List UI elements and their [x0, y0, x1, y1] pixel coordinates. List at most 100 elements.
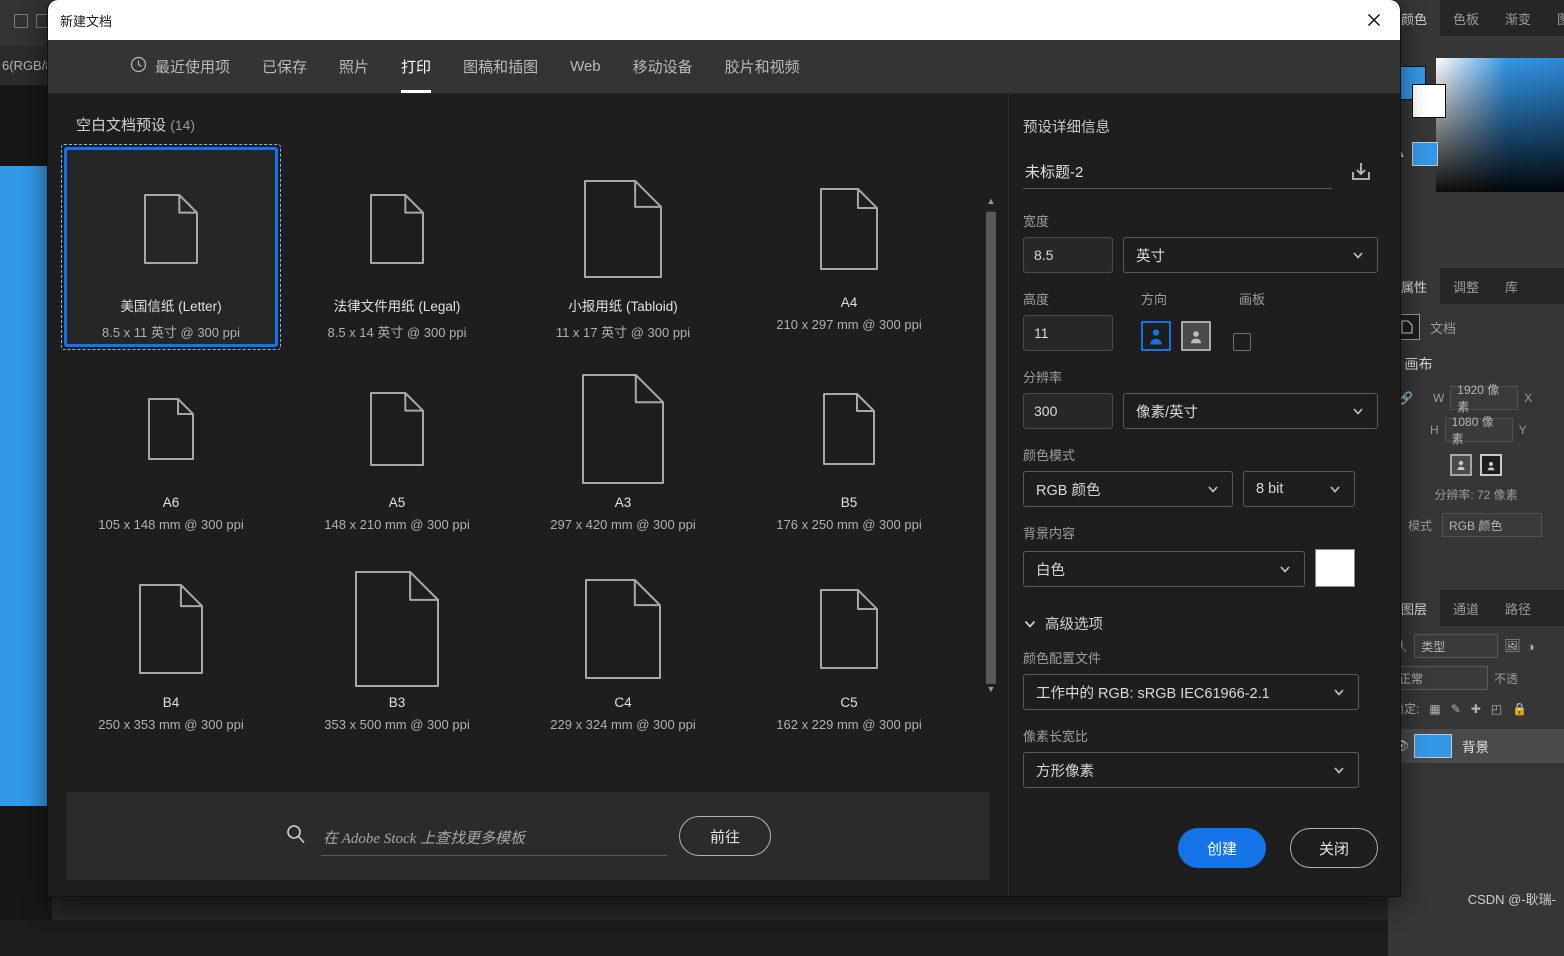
- document-page-icon: [516, 159, 730, 299]
- tab-channels[interactable]: 通道: [1440, 590, 1492, 626]
- preset-card[interactable]: A5 148 x 210 mm @ 300 ppi: [290, 347, 504, 547]
- scroll-up-icon[interactable]: ▲: [984, 194, 998, 208]
- tab-gradients[interactable]: 渐变: [1492, 0, 1544, 36]
- go-button[interactable]: 前往: [679, 816, 771, 856]
- tab-print-label: 打印: [401, 59, 432, 76]
- tab-patterns[interactable]: 图案: [1544, 0, 1564, 36]
- tab-art-and-illustration[interactable]: 图稿和插图: [447, 40, 554, 93]
- tab-paths[interactable]: 路径: [1492, 590, 1544, 626]
- background-color-swatch[interactable]: [1315, 549, 1355, 587]
- color-profile-value: 工作中的 RGB: sRGB IEC61966-2.1: [1036, 685, 1270, 702]
- width-unit-select[interactable]: 英寸: [1123, 237, 1378, 273]
- preset-card[interactable]: 小报用纸 (Tabloid) 11 x 17 英寸 @ 300 ppi: [516, 147, 730, 347]
- create-button[interactable]: 创建: [1178, 828, 1266, 868]
- preset-card[interactable]: C5 162 x 229 mm @ 300 ppi: [742, 547, 956, 747]
- tab-recent[interactable]: 最近使用项: [114, 40, 246, 93]
- artboard-label: 画板: [1239, 292, 1266, 307]
- right-dock: 颜色 色板 渐变 图案 ▲ 属性 调整 库 文档 ▾: [1388, 0, 1564, 956]
- preset-card[interactable]: B3 353 x 500 mm @ 300 ppi: [290, 547, 504, 747]
- scroll-down-icon[interactable]: ▼: [984, 682, 998, 696]
- preset-card[interactable]: B5 176 x 250 mm @ 300 ppi: [742, 347, 956, 547]
- tab-swatches[interactable]: 色板: [1440, 0, 1492, 36]
- chevron-down-icon: [1334, 689, 1344, 696]
- link-dimensions-icon[interactable]: 🔗: [1398, 391, 1413, 405]
- document-name-input[interactable]: [1023, 161, 1332, 189]
- tab-mobile[interactable]: 移动设备: [617, 40, 709, 93]
- tab-film-and-video[interactable]: 胶片和视频: [709, 40, 816, 93]
- preset-dimensions: 229 x 324 mm @ 300 ppi: [550, 717, 696, 732]
- lock-image-icon[interactable]: ✎: [1451, 702, 1461, 716]
- preset-dimensions: 353 x 500 mm @ 300 ppi: [324, 717, 470, 732]
- resolution-unit-select[interactable]: 像素/英寸: [1123, 393, 1378, 429]
- width-input[interactable]: [1023, 237, 1113, 273]
- orientation-portrait-icon[interactable]: [1141, 321, 1171, 351]
- gamut-substitute-swatch[interactable]: [1412, 142, 1438, 166]
- color-gradient-field[interactable]: [1436, 58, 1564, 192]
- document-page-icon: [64, 559, 278, 699]
- resolution-text: 分辨率: 72 像素: [1434, 488, 1518, 502]
- width-block: 宽度 英寸: [1023, 211, 1378, 273]
- document-tab[interactable]: 6(RGB/8: [0, 46, 52, 86]
- preset-card[interactable]: 美国信纸 (Letter) 8.5 x 11 英寸 @ 300 ppi: [61, 144, 281, 350]
- preset-card[interactable]: A3 297 x 420 mm @ 300 ppi: [516, 347, 730, 547]
- bit-depth-select[interactable]: 8 bit: [1243, 471, 1355, 507]
- lock-all-icon[interactable]: 🔒: [1512, 702, 1527, 716]
- close-icon[interactable]: [1354, 3, 1394, 37]
- chevron-down-icon: [1353, 408, 1363, 415]
- pixel-aspect-select[interactable]: 方形像素: [1023, 752, 1359, 788]
- tab-print[interactable]: 打印: [385, 40, 447, 93]
- filter-image-icon[interactable]: 🖼: [1504, 638, 1521, 654]
- canvas-section-header[interactable]: ▾ 画布: [1394, 354, 1558, 374]
- mode-value[interactable]: RGB 颜色: [1442, 513, 1543, 537]
- preset-dimensions: 105 x 148 mm @ 300 ppi: [98, 517, 244, 532]
- width-unit-value: 英寸: [1136, 248, 1165, 265]
- tab-libraries[interactable]: 库: [1492, 268, 1531, 304]
- tab-mobile-label: 移动设备: [632, 59, 693, 76]
- orientation-landscape-icon[interactable]: [1181, 321, 1211, 351]
- stock-search-input[interactable]: [321, 828, 667, 856]
- lock-artboard-icon[interactable]: ◰: [1491, 702, 1502, 716]
- filter-adjustment-icon[interactable]: ◑: [1527, 639, 1535, 654]
- save-preset-icon[interactable]: [1344, 155, 1378, 189]
- presets-scrollbar[interactable]: ▲ ▼: [984, 194, 998, 696]
- dialog-footer: 创建 关闭: [1023, 828, 1378, 896]
- close-button[interactable]: 关闭: [1290, 828, 1378, 868]
- tab-web[interactable]: Web: [554, 40, 617, 93]
- artboard-checkbox[interactable]: [1233, 333, 1251, 351]
- presets-heading: 空白文档预设: [76, 117, 167, 134]
- marquee-icon[interactable]: [14, 14, 28, 28]
- color-mode-label: 颜色模式: [1023, 448, 1076, 463]
- preset-card[interactable]: B4 250 x 353 mm @ 300 ppi: [64, 547, 278, 747]
- properties-orientation-portrait-icon[interactable]: [1450, 454, 1472, 476]
- lock-transparency-icon[interactable]: ▦: [1429, 702, 1440, 716]
- preset-card[interactable]: C4 229 x 324 mm @ 300 ppi: [516, 547, 730, 747]
- canvas-width-field[interactable]: 1920 像素: [1450, 383, 1519, 414]
- preset-card[interactable]: A6 105 x 148 mm @ 300 ppi: [64, 347, 278, 547]
- blend-mode-select[interactable]: 正常: [1392, 666, 1488, 690]
- advanced-options-toggle[interactable]: 高级选项: [1023, 613, 1378, 634]
- background-color-swatch[interactable]: [1412, 84, 1446, 118]
- properties-orientation-landscape-icon[interactable]: [1480, 454, 1502, 476]
- scrollbar-thumb[interactable]: [986, 212, 996, 684]
- resolution-input[interactable]: [1023, 393, 1113, 429]
- document-page-icon: [742, 559, 956, 699]
- preset-name: A3: [614, 495, 632, 510]
- color-mode-value: RGB 颜色: [1036, 482, 1101, 499]
- color-profile-select[interactable]: 工作中的 RGB: sRGB IEC61966-2.1: [1023, 674, 1359, 710]
- canvas-height-field[interactable]: 1080 像素: [1444, 415, 1513, 446]
- tab-photo[interactable]: 照片: [323, 40, 385, 93]
- background-select[interactable]: 白色: [1023, 551, 1305, 587]
- lock-position-icon[interactable]: ✚: [1471, 702, 1481, 716]
- presets-heading-row: 空白文档预设 (14): [48, 94, 1008, 135]
- color-mode-select[interactable]: RGB 颜色: [1023, 471, 1233, 507]
- preset-card[interactable]: A4 210 x 297 mm @ 300 ppi: [742, 147, 956, 347]
- height-label: 高度: [1023, 292, 1050, 307]
- tab-adjustments[interactable]: 调整: [1440, 268, 1492, 304]
- layer-filter-type[interactable]: 类型: [1414, 634, 1499, 658]
- layer-row[interactable]: 👁 背景: [1388, 729, 1564, 763]
- preset-card[interactable]: 法律文件用纸 (Legal) 8.5 x 14 英寸 @ 300 ppi: [290, 147, 504, 347]
- height-input[interactable]: [1023, 315, 1113, 351]
- layer-name: 背景: [1462, 740, 1489, 755]
- pixel-aspect-block: 像素长宽比 方形像素: [1023, 726, 1378, 788]
- tab-saved[interactable]: 已保存: [246, 40, 323, 93]
